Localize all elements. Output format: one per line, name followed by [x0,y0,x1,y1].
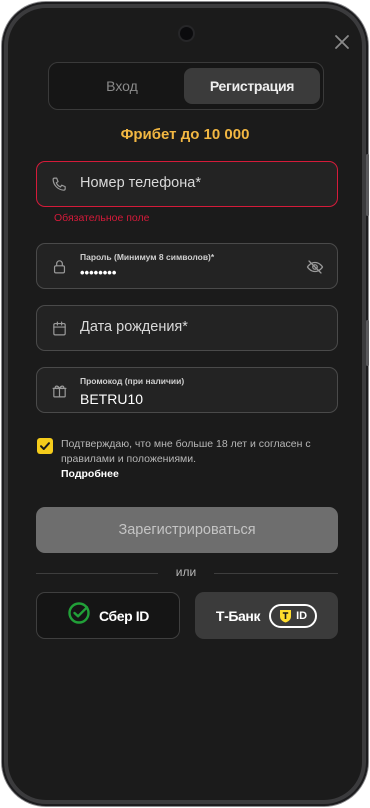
divider-right [214,573,338,574]
phone-error-text: Обязательное поле [54,212,150,224]
volume-button [366,320,369,366]
promocode-field[interactable]: Промокод (при наличии) BETRU10 [36,367,338,413]
phone-field[interactable]: Номер телефона* [36,161,338,207]
tbank-id-text: ID [296,609,308,622]
tbank-id-badge: ID [269,603,318,628]
password-value: •••••••• [80,265,117,280]
tab-login[interactable]: Вход [54,68,190,104]
gift-icon [51,382,68,399]
consent-more-link[interactable]: Подробнее [61,467,311,482]
freebet-banner: Фрибет до 10 000 [120,126,250,143]
eye-off-icon[interactable] [306,258,324,276]
calendar-icon [51,320,68,337]
register-button[interactable]: Зарегистрироваться [36,507,338,553]
birthdate-placeholder: Дата рождения* [80,319,188,335]
divider-label: или [175,565,197,579]
tbank-id-button[interactable]: Т-Банк ID [195,592,338,639]
screen: Вход Регистрация Фрибет до 10 000 Номер … [8,8,362,800]
consent-text-block: Подтверждаю, что мне больше 18 лет и сог… [61,437,311,482]
consent-text: Подтверждаю, что мне больше 18 лет и сог… [61,438,311,465]
sber-id-button[interactable]: Сбер ID [36,592,180,639]
lock-icon [51,258,68,275]
phone-icon [51,176,68,193]
consent-checkbox[interactable] [37,438,53,454]
promocode-label: Промокод (при наличии) [80,376,185,386]
password-field[interactable]: Пароль (Минимум 8 символов)* •••••••• [36,243,338,289]
birthdate-field[interactable]: Дата рождения* [36,305,338,351]
sber-id-label: Сбер ID [98,607,149,624]
sber-logo-icon [67,601,91,630]
device-frame: Вход Регистрация Фрибет до 10 000 Номер … [2,2,369,806]
tbank-label: Т-Банк [215,607,261,624]
power-button [366,154,369,216]
tbank-shield-icon [279,609,292,623]
promocode-value: BETRU10 [80,391,144,407]
password-label: Пароль (Минимум 8 символов)* [80,252,215,262]
tab-register[interactable]: Регистрация [184,68,320,104]
close-icon[interactable] [332,32,352,52]
divider-left [36,573,158,574]
front-camera [180,27,193,40]
auth-tabs: Вход Регистрация [48,62,324,110]
phone-placeholder: Номер телефона* [80,175,201,191]
